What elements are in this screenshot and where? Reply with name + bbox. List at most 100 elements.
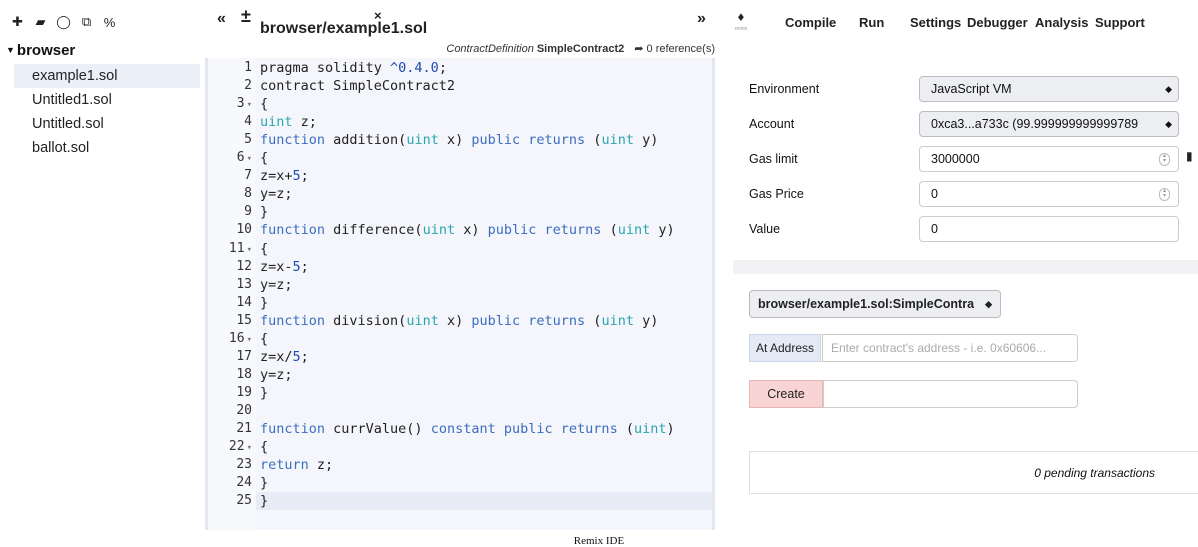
file-item[interactable]: example1.sol (14, 64, 200, 88)
code-line[interactable]: function difference(uint x) public retur… (260, 222, 675, 238)
create-args-input[interactable] (823, 380, 1078, 408)
settings-card: Environment JavaScript VM ◆ Account 0xca3… (733, 58, 1198, 260)
file-explorer-panel: ✚ ▰ ◯ ⧉% ▼ browser example1.sol Untitled1.sol… (0, 0, 200, 547)
code-line[interactable]: { (260, 241, 268, 257)
tab-example1-sol[interactable]: browser/example1.sol (260, 6, 427, 38)
tab-analysis[interactable]: Analysis (1035, 15, 1088, 30)
code-line[interactable]: z=x/5; (260, 349, 309, 365)
gas-limit-value: 3000000 (931, 152, 980, 166)
code-line[interactable]: return z; (260, 457, 333, 473)
copy-icon[interactable]: ⧉ (75, 14, 98, 30)
tab-compile[interactable]: Compile (785, 15, 836, 30)
increase-font-button[interactable]: ± (241, 6, 251, 27)
code-line[interactable]: y=z; (260, 277, 293, 293)
references-label: 0 reference(s) (646, 43, 715, 55)
link-icon[interactable]: % (98, 14, 121, 30)
code-line[interactable]: } (260, 475, 268, 491)
github-icon[interactable]: ◯ (52, 14, 75, 30)
at-address-button[interactable]: At Address (749, 334, 821, 362)
code-line[interactable]: { (260, 331, 268, 347)
fold-icon[interactable]: ▾ (247, 443, 252, 453)
create-button[interactable]: Create (749, 380, 823, 408)
remix-logo: ♦ remix (730, 10, 752, 34)
spinner-icon[interactable]: ▴ ▾ (1159, 153, 1170, 166)
code-line[interactable]: function division(uint x) public returns… (260, 313, 658, 329)
line-number: 20 (236, 402, 252, 418)
environment-label: Environment (749, 82, 820, 96)
pending-transactions-label: 0 pending transactions (1034, 466, 1155, 480)
new-file-icon[interactable]: ✚ (6, 14, 29, 30)
current-line-highlight (256, 492, 712, 510)
line-number: 25 (236, 493, 252, 509)
code-line[interactable]: { (260, 96, 268, 112)
line-number: 5 (244, 132, 252, 148)
code-line[interactable]: } (260, 385, 268, 401)
pending-transactions-box[interactable]: 0 pending transactions (749, 451, 1198, 494)
collapse-right-button[interactable]: » (697, 10, 706, 28)
gas-price-input[interactable]: 0 ▴ ▾ (919, 181, 1179, 207)
code-line[interactable]: { (260, 439, 268, 455)
tab-support[interactable]: Support (1095, 15, 1145, 30)
arrow-icon: ➦ (634, 43, 647, 55)
fold-icon[interactable]: ▾ (247, 335, 252, 345)
figure-caption: Remix IDE (573, 535, 625, 547)
close-tab-icon[interactable]: × (374, 8, 382, 23)
code-line[interactable]: } (260, 295, 268, 311)
value-label: Value (749, 222, 781, 236)
code-line[interactable]: } (260, 493, 268, 509)
line-number: 19 (236, 384, 252, 400)
code-line[interactable]: y=z; (260, 367, 293, 383)
file-item[interactable]: Untitled.sol (14, 112, 200, 136)
code-line[interactable]: uint z; (260, 114, 317, 130)
code-line[interactable]: function currValue() constant public ret… (260, 421, 675, 437)
gas-limit-input[interactable]: 3000000 ▴ ▾ (919, 146, 1179, 172)
gas-price-value: 0 (931, 187, 938, 201)
fold-icon[interactable]: ▾ (247, 100, 252, 110)
select-arrows-icon: ◆ (1165, 84, 1172, 94)
code-editor[interactable]: 1 2 3 ▾ 4 5 6 ▾ 7 8 9 10 11 ▾ 12 13 14 15 16 ▾ 17 18 19 20 21 22 ▾… (205, 58, 715, 530)
account-select[interactable]: 0xca3...a733c (99.999999999999789 ◆ (919, 111, 1179, 137)
line-number: 14 (236, 294, 252, 310)
account-label: Account (749, 117, 795, 131)
line-gutter: 1 2 3 ▾ 4 5 6 ▾ 7 8 9 10 11 ▾ 12 13 14 15 16 ▾ 17 18 19 20 21 22 ▾… (208, 58, 256, 530)
line-number: 1 (244, 60, 252, 75)
browser-folder[interactable]: ▼ browser (6, 42, 75, 59)
references-link[interactable]: ➦ 0 reference(s) (634, 43, 715, 55)
file-list: example1.sol Untitled1.sol Untitled.sol bal… (14, 64, 200, 160)
select-arrows-icon: ◆ (985, 299, 992, 309)
line-number: 2 (244, 78, 252, 94)
contract-select[interactable]: browser/example1.sol:SimpleContra ◆ (749, 290, 1001, 318)
open-folder-icon[interactable]: ▰ (29, 14, 52, 30)
line-number: 7 (244, 168, 252, 184)
code-line[interactable]: y=z; (260, 186, 293, 202)
code-line[interactable]: function addition(uint x) public returns… (260, 132, 658, 148)
fold-icon[interactable]: ▾ (247, 154, 252, 164)
collapse-left-button[interactable]: « (217, 10, 226, 28)
gas-limit-label: Gas limit (749, 152, 798, 166)
line-number: 15 (236, 312, 252, 328)
gas-price-label: Gas Price (749, 187, 804, 201)
file-item[interactable]: Untitled1.sol (14, 88, 200, 112)
clipboard-icon[interactable]: ▮ (1186, 149, 1193, 163)
code-line[interactable]: contract SimpleContract2 (260, 78, 455, 94)
spinner-icon[interactable]: ▴ ▾ (1159, 188, 1170, 201)
tab-settings[interactable]: Settings (910, 15, 961, 30)
code-line[interactable]: z=x+5; (260, 168, 309, 184)
code-line[interactable]: z=x-5; (260, 259, 309, 275)
line-number: 23 (236, 457, 252, 473)
value-input[interactable]: 0 (919, 216, 1179, 242)
line-number: 9 (244, 204, 252, 220)
tab-run[interactable]: Run (859, 15, 884, 30)
code-line[interactable]: } (260, 204, 268, 220)
line-number: 4 (244, 114, 252, 130)
file-item[interactable]: ballot.sol (14, 136, 200, 160)
environment-select[interactable]: JavaScript VM ◆ (919, 76, 1179, 102)
tab-debugger[interactable]: Debugger (967, 15, 1028, 30)
fold-icon[interactable]: ▾ (247, 245, 252, 255)
line-number: 21 (236, 421, 252, 436)
at-address-input[interactable]: Enter contract's address - i.e. 0x60606.… (822, 334, 1078, 362)
code-line[interactable]: pragma solidity ^0.4.0; (260, 60, 447, 76)
code-line[interactable]: { (260, 150, 268, 166)
file-toolbar: ✚ ▰ ◯ ⧉% (6, 14, 121, 30)
caret-down-icon: ▼ (6, 45, 15, 55)
